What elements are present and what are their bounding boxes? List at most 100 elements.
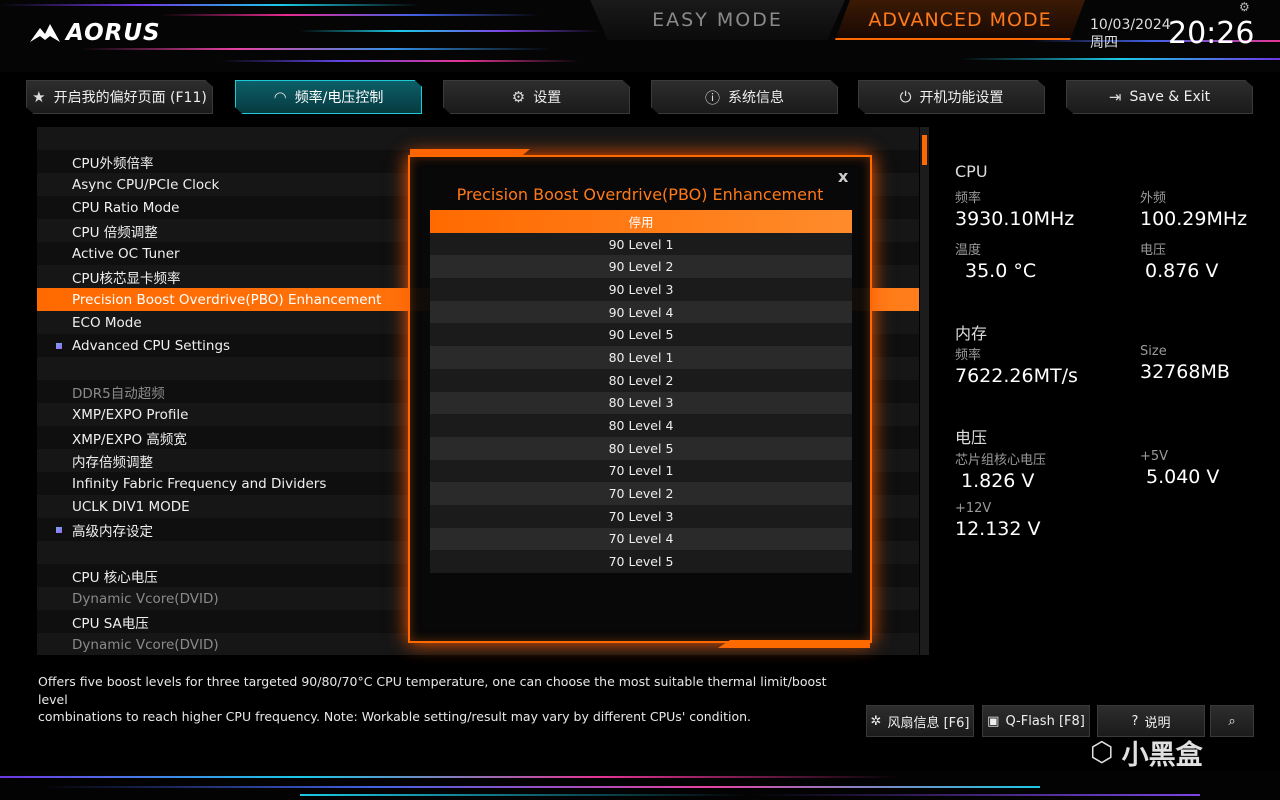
- submenu-bullet-icon: [56, 527, 62, 533]
- popup-option[interactable]: 90 Level 5: [430, 323, 852, 347]
- list-scrollbar[interactable]: [920, 127, 929, 655]
- popup-title: Precision Boost Overdrive(PBO) Enhanceme…: [456, 185, 824, 204]
- easy-mode-tab[interactable]: EASY MODE: [590, 0, 845, 40]
- fan-info-button[interactable]: ✲ 风扇信息 [F6]: [866, 705, 974, 737]
- footer-streak: [300, 794, 1200, 796]
- tab-freq-voltage[interactable]: ◠ 频率/电压控制: [235, 80, 422, 114]
- advanced-mode-label: ADVANCED MODE: [868, 9, 1052, 31]
- list-item-label: CPU 核心电压: [72, 569, 158, 586]
- submenu-bullet-icon: [56, 343, 62, 349]
- tab-label: 系统信息: [728, 90, 784, 106]
- search-icon: ⌕: [1228, 713, 1236, 729]
- tab-save-exit[interactable]: ⇥ Save & Exit: [1066, 80, 1253, 114]
- list-item-label: Precision Boost Overdrive(PBO) Enhanceme…: [72, 291, 382, 308]
- popup-option[interactable]: 80 Level 5: [430, 436, 852, 460]
- list-item-label: Dynamic Vcore(DVID): [72, 636, 219, 653]
- xiaoheihe-watermark: ⬡ 小黑盒: [1090, 733, 1203, 772]
- tab-settings[interactable]: ⚙ 设置: [443, 80, 630, 114]
- list-item-label: XMP/EXPO Profile: [72, 406, 189, 423]
- list-item-label: 高级内存设定: [72, 523, 153, 540]
- header-streak: [160, 14, 540, 16]
- date-text: 10/03/2024: [1090, 17, 1171, 33]
- popup-option[interactable]: 80 Level 1: [430, 346, 852, 369]
- list-item-label: Advanced CPU Settings: [72, 337, 231, 354]
- popup-option[interactable]: 70 Level 1: [430, 459, 852, 483]
- list-item-label: Dynamic Vcore(DVID): [72, 590, 219, 607]
- header-bar: AORUS EASY MODE ADVANCED MODE 10/03/2024…: [0, 0, 1280, 72]
- cpu-voltage: 电压 0.876 V: [1140, 243, 1219, 282]
- footer-streak: [0, 776, 900, 778]
- popup-option[interactable]: 80 Level 2: [430, 368, 852, 392]
- popup-option[interactable]: 90 Level 1: [430, 232, 852, 256]
- date-display: 10/03/2024 周四: [1090, 16, 1171, 52]
- popup-option[interactable]: 70 Level 5: [430, 550, 852, 573]
- header-streak: [0, 4, 420, 6]
- tab-label: 开启我的偏好页面 (F11): [53, 90, 207, 106]
- header-streak: [960, 58, 1280, 60]
- list-item-label: CPU 倍频调整: [72, 224, 158, 241]
- popup-option-list: 停用 90 Level 1 90 Level 2 90 Level 3 90 L…: [430, 210, 852, 573]
- help-line: Offers five boost levels for three targe…: [38, 674, 827, 707]
- list-item-label: Infinity Fabric Frequency and Dividers: [72, 475, 327, 492]
- scrollbar-thumb[interactable]: [922, 135, 927, 165]
- popup-option[interactable]: 80 Level 4: [430, 414, 852, 437]
- list-item-label: Active OC Tuner: [72, 245, 180, 262]
- list-item-label: CPU核芯显卡频率: [72, 270, 181, 287]
- list-item-label: 内存倍频调整: [72, 454, 153, 471]
- help-icon: ?: [1131, 713, 1139, 729]
- tab-label: Save & Exit: [1129, 89, 1211, 105]
- popup-option[interactable]: 80 Level 3: [430, 391, 852, 415]
- aorus-logo: AORUS: [30, 18, 161, 48]
- popup-option-selected[interactable]: 停用: [430, 210, 852, 233]
- gear-icon: ⚙: [511, 88, 526, 106]
- close-icon[interactable]: x: [838, 167, 848, 186]
- eagle-icon: [30, 24, 60, 42]
- watermark-text: 小黑盒: [1121, 740, 1203, 771]
- power-icon: ⏻: [899, 88, 912, 106]
- popup-accent-bottom: [718, 640, 870, 648]
- search-button[interactable]: ⌕: [1210, 705, 1254, 737]
- footer-streak: [40, 786, 1040, 788]
- cpu-bclk: 外频 100.29MHz: [1140, 191, 1248, 230]
- tab-boot[interactable]: ⏻ 开机功能设置: [858, 80, 1045, 114]
- tab-label: 设置: [533, 90, 562, 106]
- popup-option[interactable]: 70 Level 3: [430, 504, 852, 528]
- list-item-label: Async CPU/PCIe Clock: [72, 176, 220, 193]
- help-line: combinations to reach higher CPU frequen…: [38, 709, 751, 724]
- exit-icon: ⇥: [1108, 88, 1122, 106]
- main-tabs: ★ 开启我的偏好页面 (F11) ◠ 频率/电压控制 ⚙ 设置 ⓘ 系统信息 ⏻…: [26, 80, 1256, 114]
- fan-icon: ✲: [870, 713, 882, 729]
- list-item-label: UCLK DIV1 MODE: [72, 498, 190, 515]
- advanced-mode-tab[interactable]: ADVANCED MODE: [835, 0, 1085, 40]
- qflash-label: Q-Flash [F8]: [1005, 713, 1085, 729]
- qflash-button[interactable]: ▣ Q-Flash [F8]: [982, 705, 1090, 737]
- footer-decoration: [0, 770, 1280, 800]
- info-icon: ⓘ: [704, 88, 720, 107]
- chipset-voltage: 芯片组核心电压 1.826 V: [955, 453, 1047, 492]
- memory-size: Size 32768MB: [1140, 344, 1230, 383]
- help-description: Offers five boost levels for three targe…: [38, 673, 828, 726]
- tab-system-info[interactable]: ⓘ 系统信息: [651, 80, 838, 114]
- list-item-label: ECO Mode: [72, 314, 142, 331]
- settings-gear-icon[interactable]: ⚙: [1239, 0, 1250, 14]
- popup-option[interactable]: 70 Level 4: [430, 527, 852, 551]
- popup-option[interactable]: 90 Level 3: [430, 278, 852, 301]
- memory-freq: 频率 7622.26MT/s: [955, 348, 1078, 387]
- list-item-label: CPU外频倍率: [72, 155, 154, 172]
- help-label: 说明: [1144, 715, 1171, 731]
- cpu-section-title: CPU: [955, 162, 988, 181]
- list-item-label: XMP/EXPO 高频宽: [72, 431, 187, 448]
- header-streak: [220, 60, 580, 62]
- gauge-icon: ◠: [273, 88, 287, 106]
- popup-option[interactable]: 90 Level 2: [430, 255, 852, 279]
- tab-favorites[interactable]: ★ 开启我的偏好页面 (F11): [26, 80, 213, 114]
- weekday-text: 周四: [1090, 35, 1118, 51]
- plus12v-voltage: +12V 12.132 V: [955, 501, 1041, 540]
- pbo-options-popup: Precision Boost Overdrive(PBO) Enhanceme…: [408, 155, 872, 643]
- brand-name: AORUS: [66, 20, 161, 46]
- list-spacer: [37, 127, 919, 150]
- plus5v-voltage: +5V 5.040 V: [1140, 449, 1220, 488]
- popup-option[interactable]: 90 Level 4: [430, 300, 852, 324]
- popup-option[interactable]: 70 Level 2: [430, 482, 852, 505]
- cpu-freq: 频率 3930.10MHz: [955, 191, 1075, 230]
